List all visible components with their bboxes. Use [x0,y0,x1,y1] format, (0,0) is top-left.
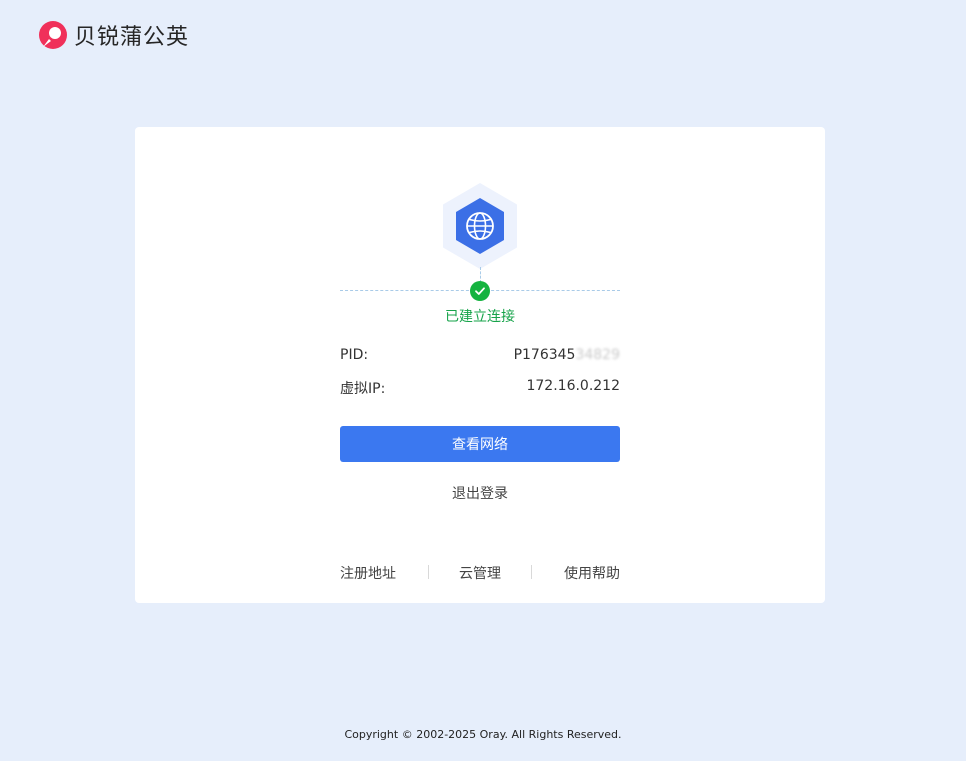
pid-label: PID: [340,347,369,363]
virtual-ip-row: 虚拟IP: 172.16.0.212 [340,378,620,398]
virtual-ip-label: 虚拟IP: [340,381,386,397]
logout-link[interactable]: 退出登录 [135,483,825,503]
brand-logo[interactable]: 贝锐蒲公英 [38,19,189,51]
register-address-link[interactable]: 注册地址 [340,563,396,583]
connection-card: 已建立连接 PID: P17634534829 虚拟IP: 172.16.0.2… [135,127,825,603]
connection-status-text: 已建立连接 [445,309,515,325]
pid-row: PID: P17634534829 [340,347,620,363]
globe-icon [466,212,494,240]
brand-name: 贝锐蒲公英 [74,25,190,50]
card-footer-links: 注册地址 云管理 使用帮助 [340,563,620,583]
link-divider [428,565,429,579]
copyright-text: Copyright © 2002-2025 Oray. All Rights R… [344,728,622,741]
network-status-graphic [440,181,520,271]
dandelion-logo-icon [39,21,67,49]
help-link[interactable]: 使用帮助 [564,563,620,583]
pid-value: P17634534829 [513,347,620,363]
link-divider [531,565,532,579]
virtual-ip-value: 172.16.0.212 [526,378,620,394]
view-network-button[interactable]: 查看网络 [340,426,620,462]
pid-masked-digits: 34829 [575,347,620,363]
check-icon [470,281,490,301]
cloud-management-link[interactable]: 云管理 [459,563,501,583]
